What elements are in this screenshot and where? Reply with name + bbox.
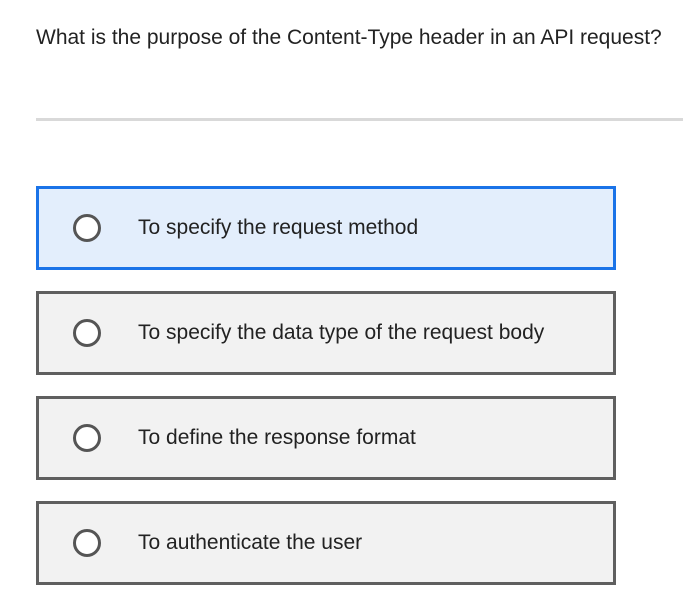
radio-button-icon[interactable] bbox=[73, 424, 101, 452]
answer-options: To specify the request method To specify… bbox=[36, 186, 616, 606]
answer-option-label: To define the response format bbox=[138, 426, 416, 449]
answer-option-label: To specify the data type of the request … bbox=[138, 321, 545, 344]
radio-button-icon[interactable] bbox=[73, 319, 101, 347]
radio-button-icon[interactable] bbox=[73, 529, 101, 557]
answer-option-4[interactable]: To authenticate the user bbox=[36, 501, 616, 585]
answer-option-1[interactable]: To specify the request method bbox=[36, 186, 616, 270]
question-text: What is the purpose of the Content-Type … bbox=[36, 26, 662, 49]
answer-option-label: To authenticate the user bbox=[138, 531, 363, 554]
answer-option-label: To specify the request method bbox=[138, 216, 419, 239]
answer-option-3[interactable]: To define the response format bbox=[36, 396, 616, 480]
answer-option-2[interactable]: To specify the data type of the request … bbox=[36, 291, 616, 375]
divider bbox=[36, 118, 683, 121]
radio-button-icon[interactable] bbox=[73, 214, 101, 242]
